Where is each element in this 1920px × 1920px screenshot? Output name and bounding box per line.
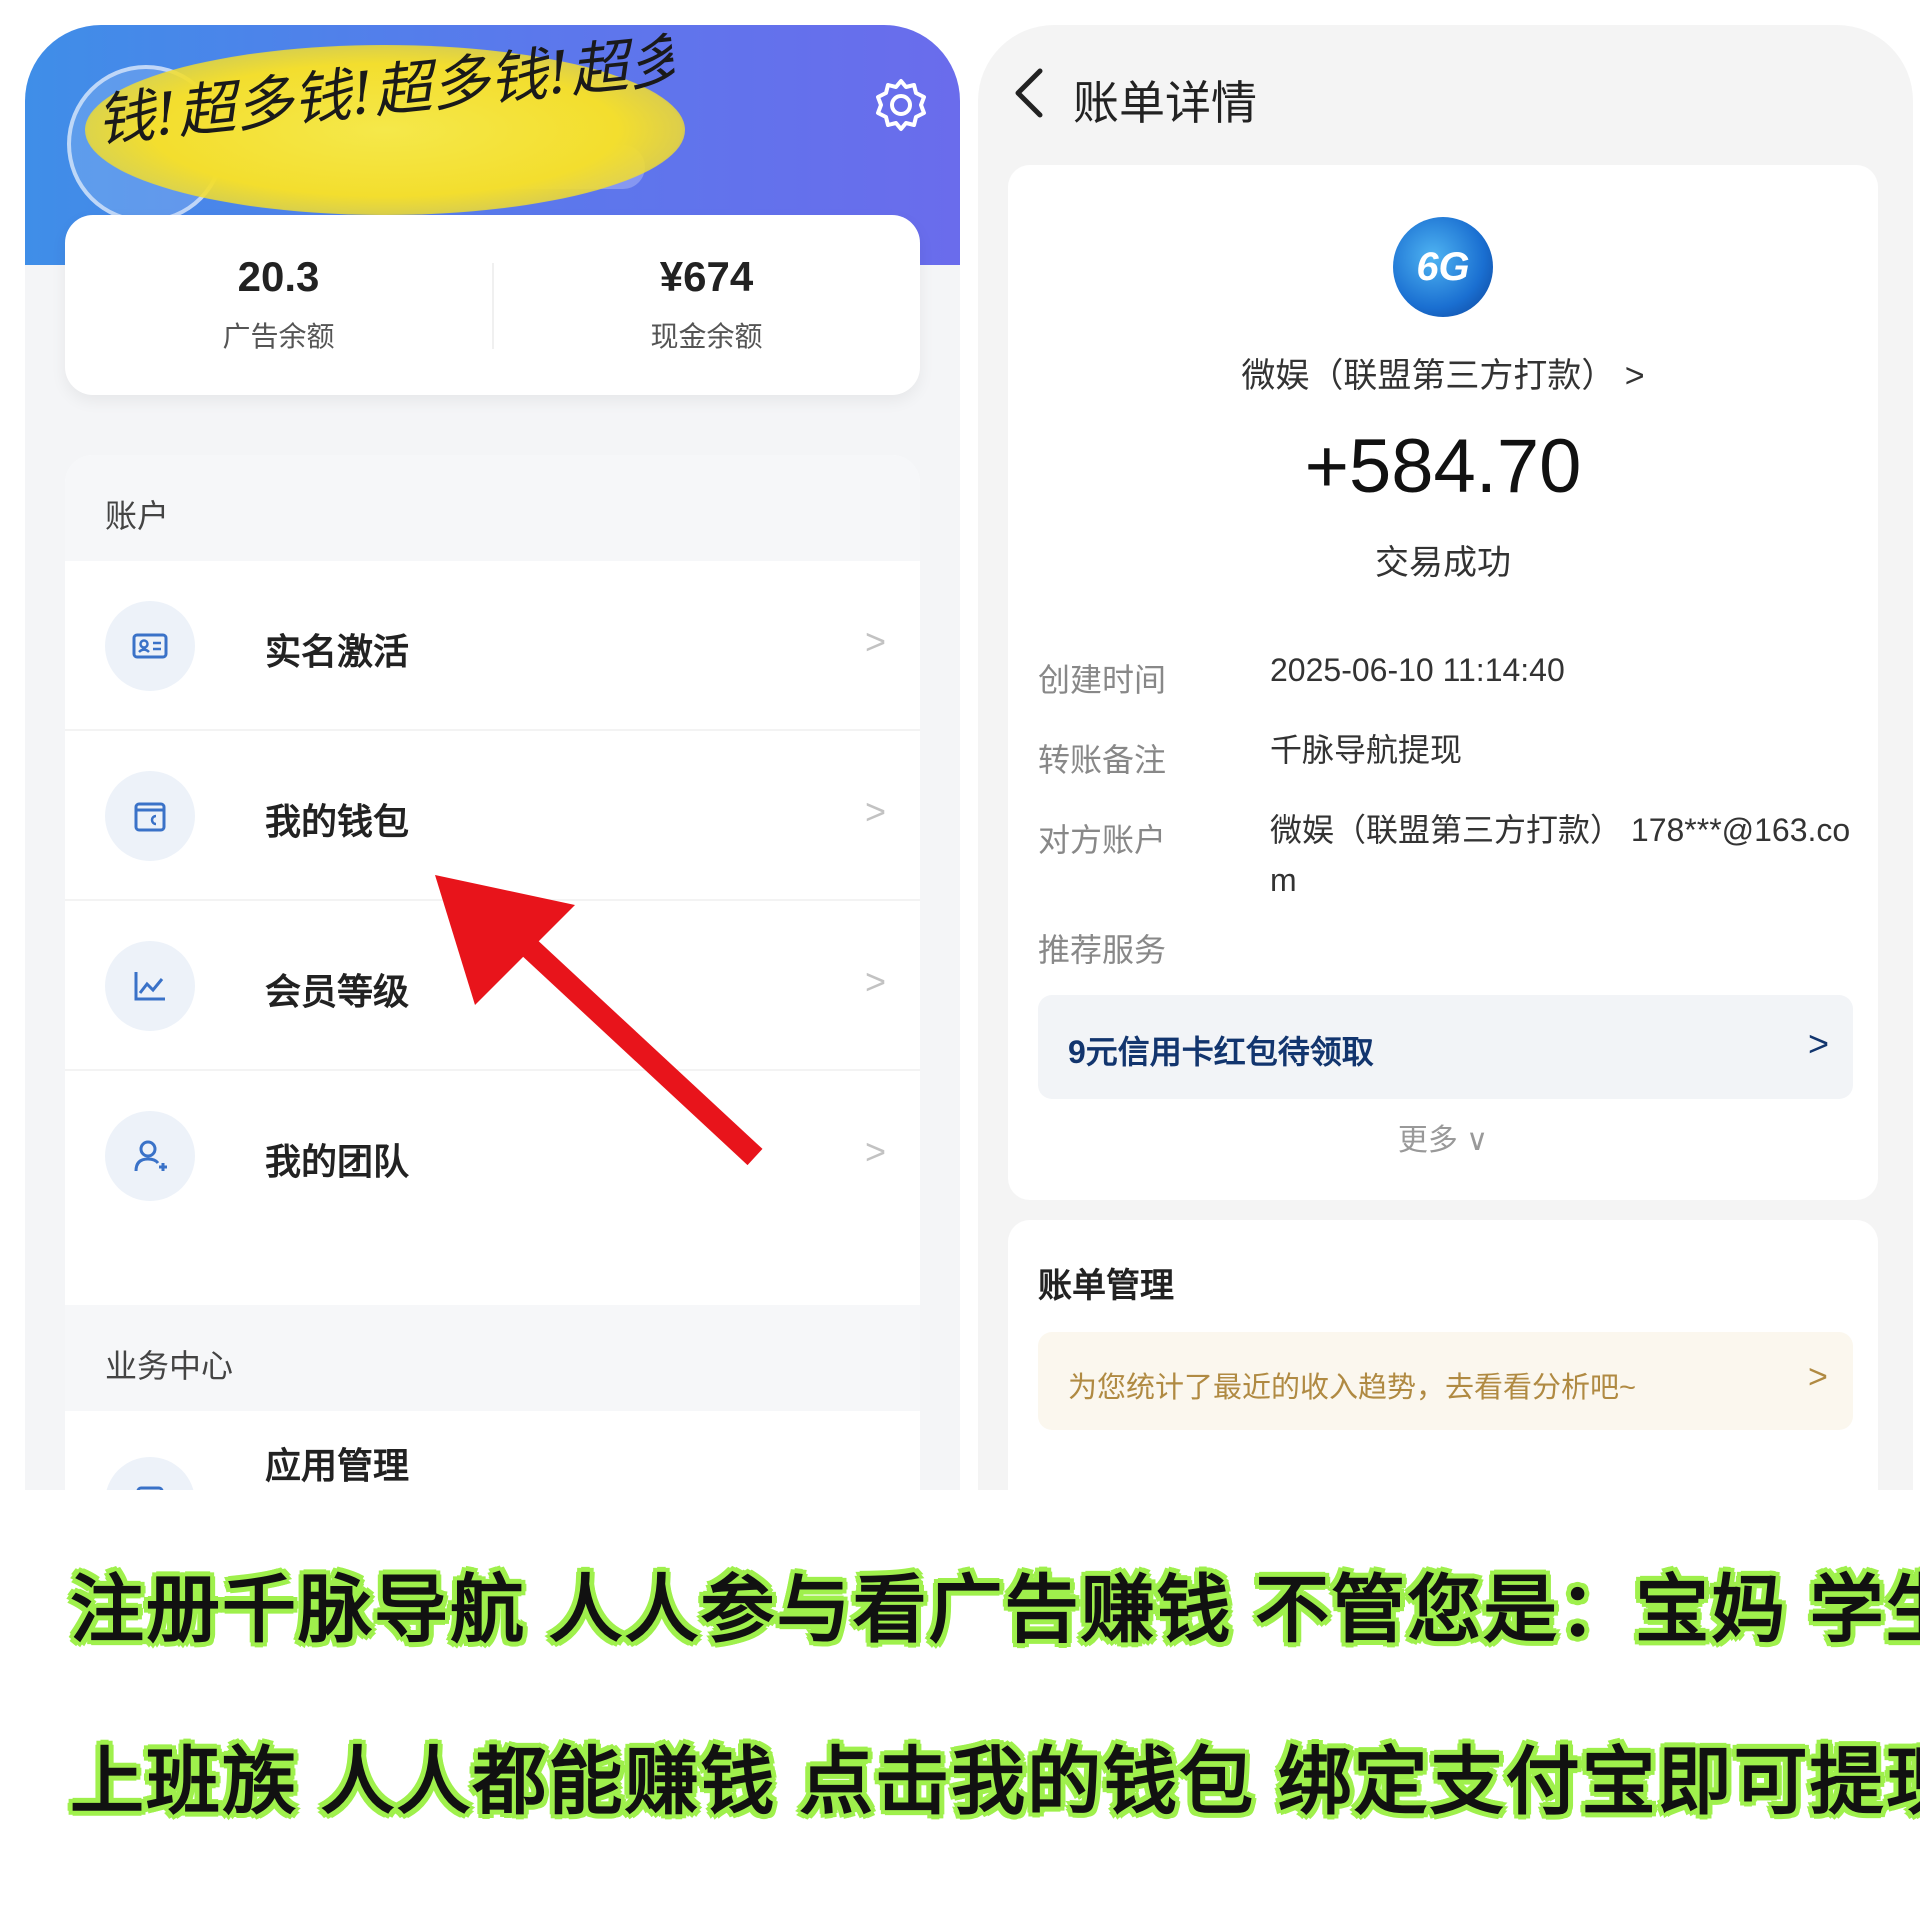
ad-balance-value: 20.3 <box>237 253 320 300</box>
chevron-right-icon: > <box>865 1131 887 1172</box>
menu-item-label: 我的团队 <box>265 1141 410 1182</box>
recommend-label: 推荐服务 <box>1038 932 1167 968</box>
menu-item-label: 我的钱包 <box>265 801 410 842</box>
menu-item-label: 实名激活 <box>265 631 410 672</box>
chevron-right-icon: > <box>1808 1023 1830 1064</box>
promo-caption: 注册千脉导航 人人参与看广告赚钱 不管您是：宝妈 学生 上班族 人人都能赚钱 点… <box>0 1490 1920 1920</box>
gear-icon[interactable] <box>873 77 929 133</box>
merchant-logo: 6G <box>1393 217 1493 317</box>
profile-screen: 钱!超多钱!超多钱!超多钱!超 20.3 广告余额 ¥674 现金余额 账户 实… <box>25 25 960 1505</box>
counterparty-label: 对方账户 <box>1038 822 1167 858</box>
business-section-header: 业务中心 <box>65 1305 920 1411</box>
balance-card: 20.3 广告余额 ¥674 现金余额 <box>65 215 920 395</box>
user-add-icon <box>105 1111 195 1201</box>
remark-value: 千脉导航提现 <box>1270 732 1463 768</box>
menu-item-label: 应用管理 <box>265 1445 410 1486</box>
page-title: 账单详情 <box>1073 77 1257 129</box>
cash-balance[interactable]: ¥674 现金余额 <box>493 253 920 355</box>
menu-item-label: 会员等级 <box>265 971 410 1012</box>
red-arrow-annotation <box>435 875 763 1166</box>
bill-detail-screen: 账单详情 6G 微娱（联盟第三方打款） > +584.70 交易成功 创建时间 … <box>978 25 1913 1505</box>
id-card-icon <box>105 601 195 691</box>
caption-line-1: 注册千脉导航 人人参与看广告赚钱 不管您是：宝妈 学生 <box>70 1568 1920 1651</box>
chevron-right-icon: > <box>865 791 887 832</box>
section-title: 业务中心 <box>105 1348 234 1384</box>
logo-text: 6G <box>1416 245 1470 289</box>
back-arrow-icon[interactable] <box>1006 65 1056 121</box>
bill-detail-card: 6G 微娱（联盟第三方打款） > +584.70 交易成功 创建时间 2025-… <box>1008 165 1878 1200</box>
transaction-status: 交易成功 <box>1375 544 1511 582</box>
promo-text: 9元信用卡红包待领取 <box>1068 1034 1374 1070</box>
account-section-header: 账户 <box>65 455 920 561</box>
ad-balance[interactable]: 20.3 广告余额 <box>65 253 492 355</box>
chevron-right-icon: > <box>1808 1358 1828 1396</box>
created-time-label: 创建时间 <box>1038 662 1167 698</box>
ad-balance-label: 广告余额 <box>222 321 335 352</box>
remark-label: 转账备注 <box>1038 742 1167 778</box>
transaction-amount: +584.70 <box>1304 424 1582 509</box>
promo-banner[interactable]: 9元信用卡红包待领取 > <box>1038 995 1853 1099</box>
created-time-value: 2025-06-10 11:14:40 <box>1270 652 1565 688</box>
trend-text: 为您统计了最近的收入趋势，去看看分析吧~ <box>1068 1372 1636 1404</box>
chevron-right-icon: > <box>865 621 887 662</box>
section-title: 账户 <box>105 498 170 534</box>
chevron-right-icon: > <box>865 961 887 1002</box>
cash-balance-value: ¥674 <box>659 253 754 300</box>
counterparty-value: 微娱（联盟第三方打款） 178***@163.com <box>1270 812 1851 898</box>
caption-line-2: 上班族 人人都能赚钱 点击我的钱包 绑定支付宝即可提现 <box>70 1740 1920 1823</box>
wallet-icon <box>105 771 195 861</box>
chart-icon <box>105 941 195 1031</box>
bill-management-card: 账单管理 为您统计了最近的收入趋势，去看看分析吧~ > <box>1008 1220 1878 1505</box>
trend-banner[interactable]: 为您统计了最近的收入趋势，去看看分析吧~ > <box>1038 1332 1853 1430</box>
menu-item-real-name[interactable]: 实名激活 > <box>65 561 920 731</box>
more-button[interactable]: 更多 ∨ <box>1008 1115 1878 1159</box>
merchant-name-link[interactable]: 微娱（联盟第三方打款） > <box>1008 348 1878 397</box>
management-title: 账单管理 <box>1038 1267 1174 1305</box>
cash-balance-label: 现金余额 <box>650 321 763 352</box>
